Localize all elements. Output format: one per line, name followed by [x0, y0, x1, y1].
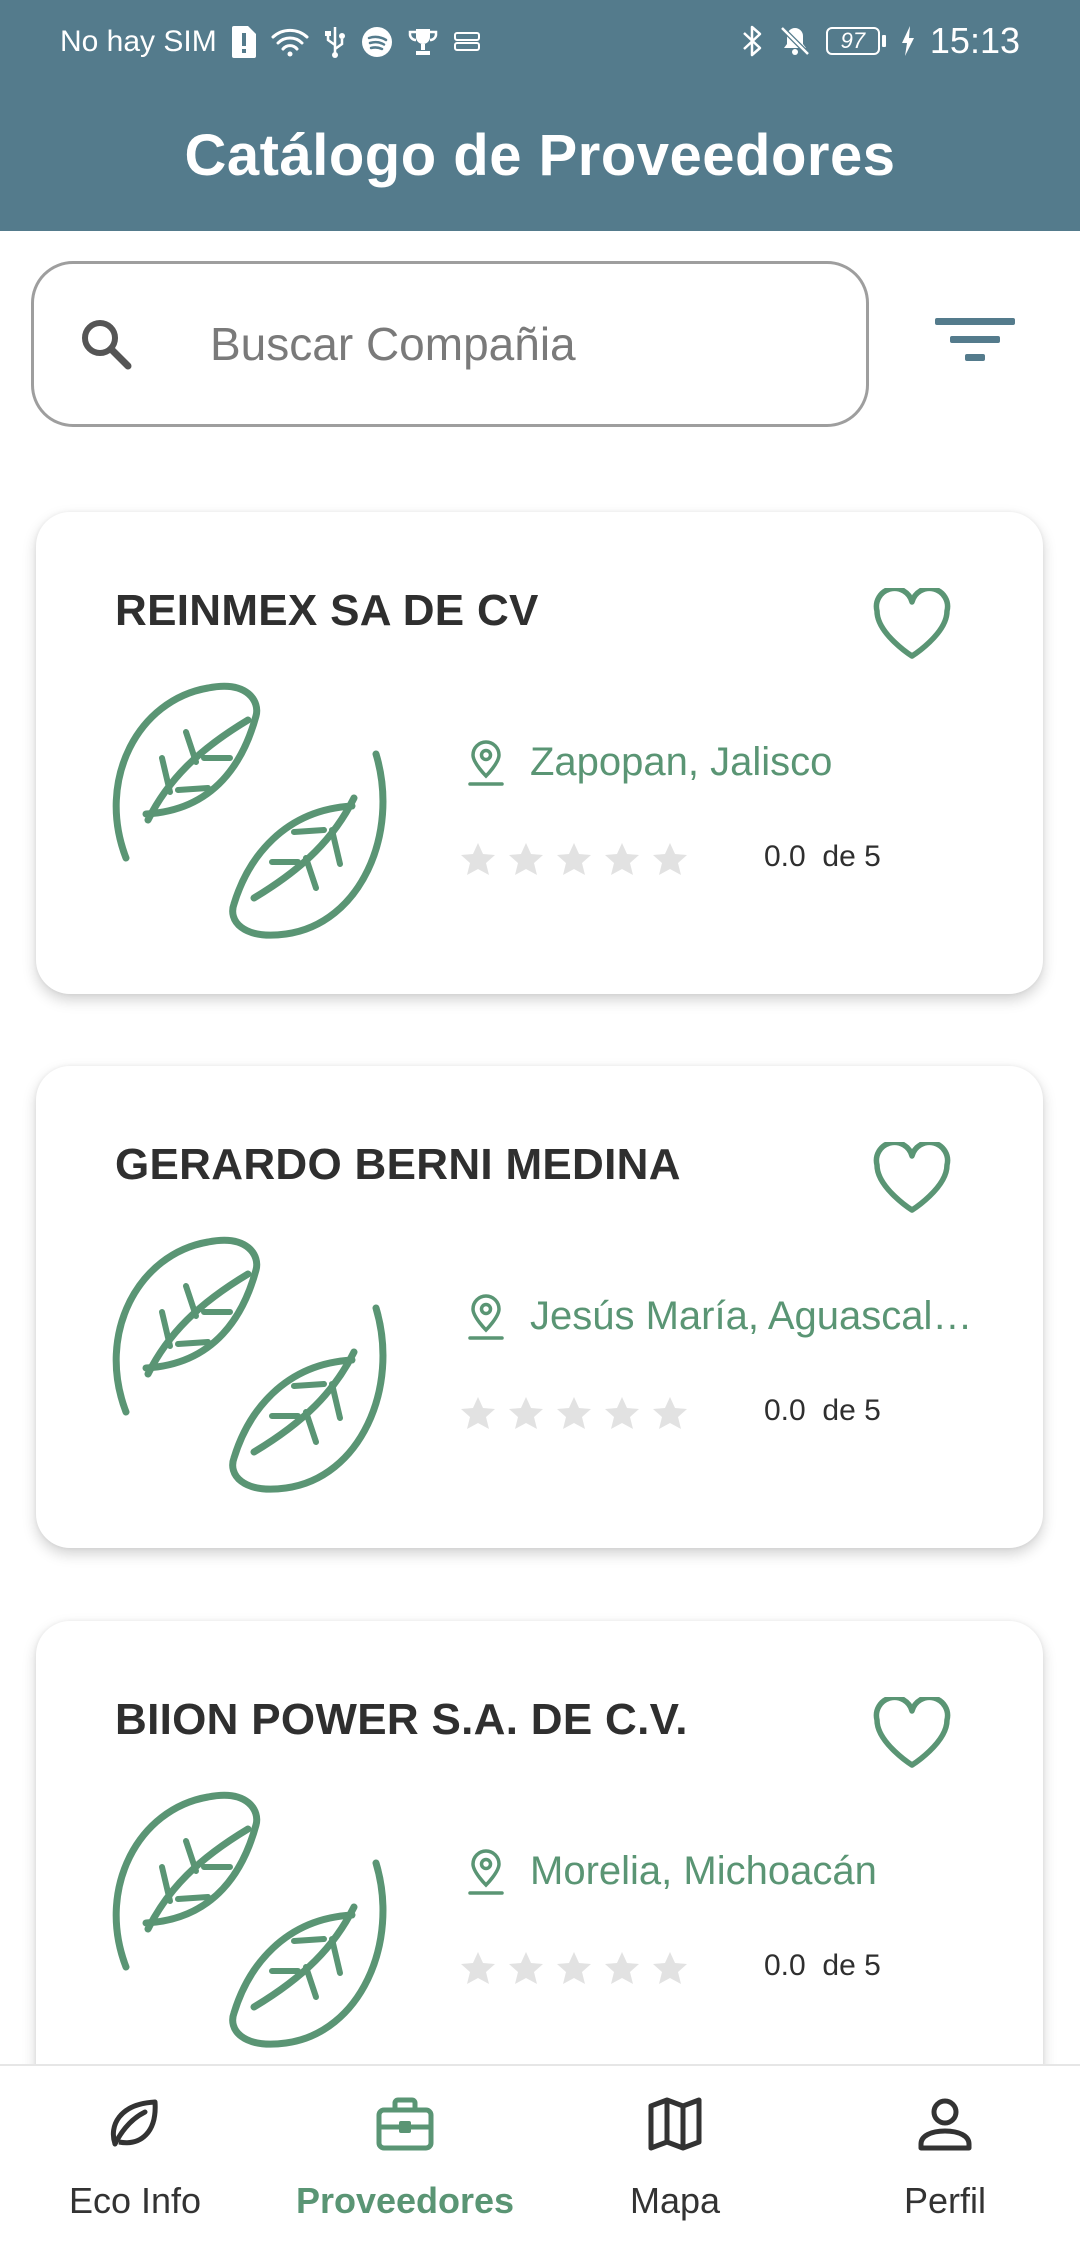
rating-text: 0.0 de 5 [764, 840, 881, 874]
mute-bell-icon [780, 26, 810, 56]
rating-stars [459, 1949, 689, 1987]
star-icon [605, 1952, 639, 1984]
status-bar: No hay SIM 97 15:13 [0, 0, 1080, 84]
nav-label: Perfil [903, 2180, 987, 2221]
star-icon [509, 1952, 543, 1984]
nav-label: Eco Info [68, 2180, 202, 2221]
page-title: Catálogo de Proveedores [184, 123, 896, 188]
sim-alert-icon [231, 26, 256, 58]
provider-name: GERARDO BERNI MEDINA [115, 1140, 681, 1189]
bottom-nav: Eco Info Proveedores Mapa Perfil [0, 2064, 1080, 2244]
nav-perfil[interactable]: Perfil [810, 2066, 1080, 2244]
rating-text: 0.0 de 5 [764, 1949, 881, 1983]
person-icon [918, 2098, 972, 2151]
app-header: No hay SIM 97 15:13 Catálogo de Proveedo… [0, 0, 1080, 231]
hbo-max-icon [453, 32, 480, 51]
nav-eco-info[interactable]: Eco Info [0, 2066, 270, 2244]
location-pin-icon [468, 1849, 504, 1895]
location-pin-icon [468, 740, 504, 786]
favorite-heart-icon[interactable] [871, 588, 953, 662]
provider-name: REINMEX SA DE CV [115, 586, 539, 635]
rating-value: 0.0 [764, 1949, 806, 1982]
star-icon [509, 1397, 543, 1429]
usb-icon [324, 27, 345, 58]
star-icon [557, 1952, 591, 1984]
provider-name: BIION POWER S.A. DE C.V. [115, 1695, 688, 1744]
provider-location: Zapopan, Jalisco [530, 740, 833, 784]
clock: 15:13 [929, 20, 1020, 61]
charging-bolt-icon [901, 26, 914, 56]
star-icon [653, 1952, 687, 1984]
provider-card[interactable]: REINMEX SA DE CV Zapopan, Jalisco 0.0 de 5 [36, 512, 1043, 994]
star-icon [461, 1397, 495, 1429]
carrier-text: No hay SIM [60, 25, 217, 58]
search-input[interactable] [210, 304, 830, 384]
star-icon [509, 843, 543, 875]
trophy-icon [408, 29, 437, 55]
rating-value: 0.0 [764, 1394, 806, 1427]
bluetooth-icon [743, 25, 762, 57]
nav-label: Proveedores [295, 2180, 515, 2221]
star-icon [605, 1397, 639, 1429]
spotify-icon [361, 27, 392, 57]
provider-card[interactable]: GERARDO BERNI MEDINA Jesús María, Aguasca… [36, 1066, 1043, 1548]
provider-card[interactable]: BIION POWER S.A. DE C.V. Morelia, Michoac… [36, 1621, 1043, 2103]
map-icon [648, 2097, 702, 2151]
leaf-icon [110, 2099, 158, 2147]
star-icon [557, 1397, 591, 1429]
rating-text: 0.0 de 5 [764, 1394, 881, 1428]
search-icon [82, 320, 132, 370]
star-icon [605, 843, 639, 875]
briefcase-icon [376, 2097, 434, 2151]
eco-leaves-logo-icon [112, 682, 387, 939]
provider-location: Morelia, Michoacán [530, 1849, 877, 1893]
search-box[interactable] [31, 261, 869, 427]
nav-label: Mapa [629, 2180, 721, 2221]
rating-stars [459, 1394, 689, 1432]
star-icon [461, 843, 495, 875]
location-pin-icon [468, 1294, 504, 1340]
provider-location: Jesús María, Aguascali… [530, 1294, 980, 1338]
battery-level: 97 [825, 27, 880, 55]
status-right: 97 15:13 [740, 20, 1020, 62]
battery-indicator: 97 [825, 27, 886, 55]
status-left: No hay SIM [60, 24, 481, 60]
favorite-heart-icon[interactable] [871, 1142, 953, 1216]
wifi-icon [271, 28, 309, 57]
rating-stars [459, 840, 689, 878]
eco-leaves-logo-icon [112, 1236, 387, 1493]
nav-mapa[interactable]: Mapa [540, 2066, 810, 2244]
star-icon [461, 1952, 495, 1984]
favorite-heart-icon[interactable] [871, 1697, 953, 1771]
eco-leaves-logo-icon [112, 1791, 387, 2048]
rating-suffix: de 5 [822, 840, 881, 873]
star-icon [557, 843, 591, 875]
star-icon [653, 843, 687, 875]
rating-value: 0.0 [764, 840, 806, 873]
star-icon [653, 1397, 687, 1429]
nav-proveedores[interactable]: Proveedores [270, 2066, 540, 2244]
rating-suffix: de 5 [822, 1394, 881, 1427]
rating-suffix: de 5 [822, 1949, 881, 1982]
filter-icon[interactable] [925, 300, 1025, 380]
